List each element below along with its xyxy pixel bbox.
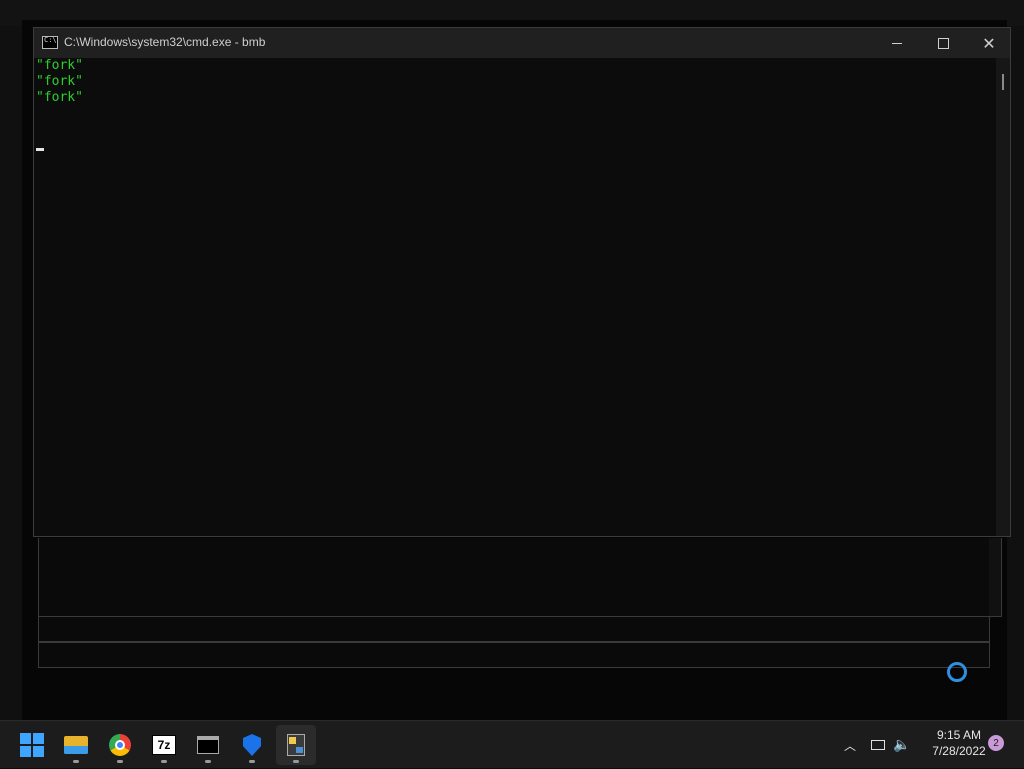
console-line: "fork" — [36, 74, 83, 89]
maximize-icon — [937, 37, 949, 49]
taskbar-command-prompt[interactable] — [188, 725, 228, 765]
start-button[interactable] — [12, 725, 52, 765]
background-scrollbar — [989, 538, 1001, 616]
maximize-button[interactable] — [920, 28, 966, 58]
shield-icon — [243, 734, 261, 756]
volume-button[interactable]: 🔈 — [892, 721, 912, 769]
close-button[interactable]: ✕ — [966, 28, 1012, 58]
speaker-icon: 🔈 — [893, 737, 911, 753]
text-cursor — [36, 148, 44, 151]
cmd-window[interactable]: C:\Windows\system32\cmd.exe - bmb ✕ "for… — [33, 27, 1011, 537]
console-line: "fork" — [36, 58, 83, 73]
taskbar-chrome[interactable] — [100, 725, 140, 765]
network-button[interactable] — [868, 721, 888, 769]
taskbar: 7z ︿ 🔈 9:15 AM 7/28/2022 — [0, 720, 1024, 768]
folder-icon — [64, 736, 88, 754]
background-panel — [38, 538, 1002, 617]
clock-date: 7/28/2022 — [932, 744, 986, 758]
window-title: C:\Windows\system32\cmd.exe - bmb — [64, 35, 266, 49]
clock-time: 9:15 AM — [936, 728, 982, 742]
chevron-up-icon: ︿ — [843, 738, 856, 753]
minimize-icon — [892, 42, 902, 44]
desktop: C:\Windows\system32\cmd.exe - bmb ✕ "for… — [0, 0, 1024, 720]
minimize-button[interactable] — [874, 28, 920, 58]
console-line: "fork" — [36, 90, 83, 105]
taskbar-windows-security[interactable] — [232, 725, 272, 765]
vertical-scrollbar[interactable] — [996, 58, 1010, 536]
network-icon — [871, 740, 885, 750]
windows-start-icon — [20, 733, 44, 757]
background-row — [38, 642, 990, 668]
terminal-icon — [197, 736, 219, 754]
close-icon: ✕ — [982, 33, 996, 53]
clock[interactable]: 9:15 AM 7/28/2022 — [920, 727, 998, 759]
python-icon — [287, 734, 305, 756]
title-bar[interactable]: C:\Windows\system32\cmd.exe - bmb ✕ — [34, 28, 1010, 58]
cmd-icon[interactable] — [42, 36, 58, 49]
busy-cursor-icon — [947, 662, 967, 682]
7zip-icon: 7z — [152, 735, 176, 755]
notification-badge[interactable]: 2 — [988, 735, 1004, 751]
taskbar-python[interactable] — [276, 725, 316, 765]
chrome-icon — [109, 734, 131, 756]
taskbar-7zip[interactable]: 7z — [144, 725, 184, 765]
show-hidden-icons-button[interactable]: ︿ — [840, 721, 860, 769]
scrollbar-thumb[interactable] — [1002, 74, 1004, 90]
background-row — [38, 616, 990, 642]
taskbar-file-explorer[interactable] — [56, 725, 96, 765]
console-output[interactable]: "fork" "fork" "fork" — [34, 58, 996, 536]
